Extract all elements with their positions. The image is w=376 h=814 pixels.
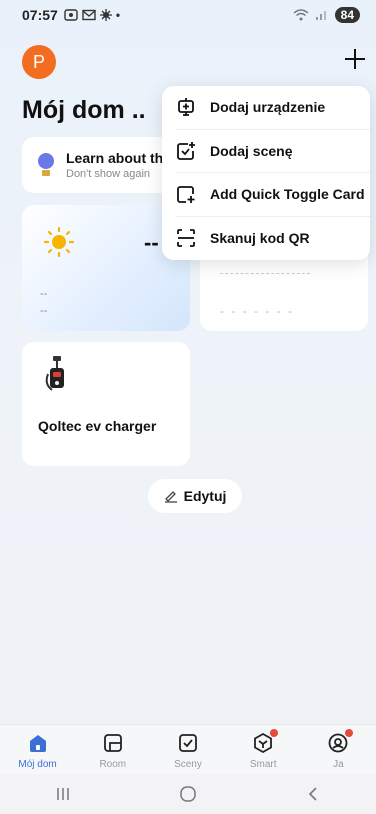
tab-scenes[interactable]: Sceny — [150, 725, 225, 774]
weather-temperature: -- — [144, 230, 159, 255]
menu-item-label: Dodaj urządzenie — [210, 99, 326, 116]
menu-item-label: Dodaj scenę — [210, 142, 293, 159]
tab-label: Ja — [333, 759, 344, 770]
menu-item-add-quick-toggle-card[interactable]: Add Quick Toggle Card — [176, 173, 370, 217]
device-name: Qoltec ev charger — [38, 418, 157, 434]
home-nav-button[interactable] — [168, 779, 208, 809]
status-left: 07:57 • — [22, 7, 120, 23]
home-icon — [29, 735, 46, 752]
recents-icon — [56, 788, 69, 800]
device-card[interactable]: Qoltec ev charger — [22, 342, 190, 466]
recents-button[interactable] — [43, 779, 83, 809]
notification-icons: • — [64, 8, 120, 22]
avatar[interactable]: P — [22, 45, 56, 79]
screenshot-icon — [64, 9, 78, 21]
env-values: - - - - - - - — [220, 304, 294, 318]
edit-label: Edytuj — [183, 488, 227, 504]
smart-badge — [269, 729, 278, 737]
back-chevron-icon — [309, 787, 317, 801]
settings-gear-icon — [99, 9, 112, 21]
add-button[interactable] — [340, 44, 370, 74]
add-device-icon — [178, 98, 194, 117]
back-button[interactable] — [293, 779, 333, 809]
learn-text: Learn about th Don't show again — [66, 150, 163, 180]
add-menu-dropdown: Dodaj urządzenie Dodaj scenę Add Quick T… — [162, 86, 370, 260]
more-dot-icon: • — [115, 8, 121, 22]
weather-line-2: -- — [40, 305, 48, 317]
weather-line-1: -- — [40, 288, 48, 300]
dont-show-again-link[interactable]: Don't show again — [66, 168, 163, 180]
menu-item-label: Skanuj kod QR — [210, 230, 310, 247]
status-time: 07:57 — [22, 7, 58, 23]
tab-label: Mój dom — [18, 759, 57, 770]
plus-icon — [345, 49, 365, 69]
system-nav-bar — [0, 774, 376, 814]
pencil-icon — [164, 491, 177, 503]
home-circle-icon — [180, 786, 196, 802]
status-right: 84 — [293, 7, 360, 23]
tab-room[interactable]: Room — [75, 725, 150, 774]
add-card-icon — [177, 186, 195, 204]
tab-label: Sceny — [174, 759, 202, 770]
status-bar: 07:57 • 84 — [0, 0, 376, 30]
menu-item-add-scene[interactable]: Dodaj scenę — [176, 130, 370, 173]
ev-charger-icon — [45, 356, 64, 391]
tab-home[interactable]: Mój dom — [0, 725, 75, 774]
sun-icon — [44, 227, 74, 257]
mail-icon — [82, 9, 96, 21]
tab-profile[interactable]: Ja — [301, 725, 376, 774]
bottom-tab-bar: Mój dom Room Sceny Smart Ja — [0, 724, 376, 774]
env-divider — [220, 273, 310, 274]
menu-item-scan-qr[interactable]: Skanuj kod QR — [176, 217, 370, 261]
battery-badge: 84 — [334, 7, 360, 23]
room-icon — [103, 734, 122, 752]
lightbulb-icon — [38, 153, 54, 177]
menu-item-add-device[interactable]: Dodaj urządzenie — [176, 86, 370, 130]
tab-label: Smart — [249, 759, 277, 770]
tab-label: Room — [99, 759, 127, 770]
scene-icon — [179, 734, 197, 752]
scan-qr-icon — [177, 229, 195, 248]
wifi-icon — [293, 9, 309, 21]
menu-item-label: Add Quick Toggle Card — [210, 186, 365, 203]
tab-smart[interactable]: Smart — [226, 725, 301, 774]
edit-button[interactable]: Edytuj — [148, 479, 242, 513]
add-scene-icon — [177, 141, 195, 160]
signal-icon — [315, 11, 326, 20]
learn-title: Learn about th — [66, 150, 164, 166]
home-title[interactable]: Mój dom .. — [22, 96, 146, 125]
profile-badge — [344, 729, 353, 737]
